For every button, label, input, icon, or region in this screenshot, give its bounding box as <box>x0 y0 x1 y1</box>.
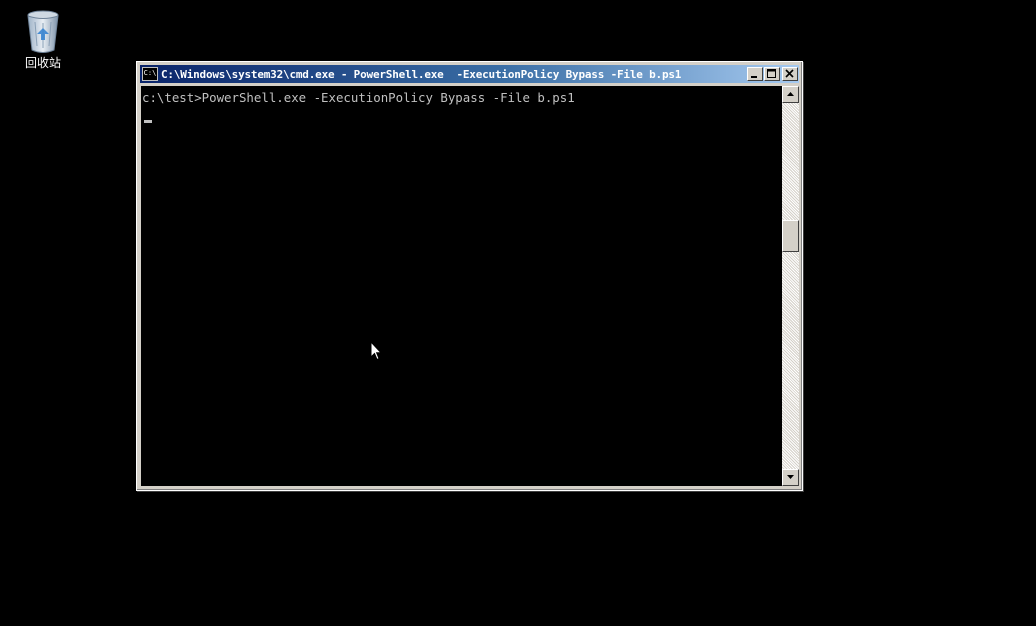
console-line: c:\test>PowerShell.exe -ExecutionPolicy … <box>142 90 575 105</box>
maximize-button[interactable] <box>764 67 780 81</box>
cmd-app-icon[interactable]: C:\ <box>142 67 158 81</box>
scroll-up-button[interactable] <box>782 86 799 103</box>
arrow-down-icon <box>787 475 794 479</box>
desktop: 回收站 C:\ C:\Windows\system32\cmd.exe - Po… <box>0 0 1036 626</box>
scroll-down-button[interactable] <box>782 469 799 486</box>
close-icon <box>785 69 794 78</box>
text-cursor <box>144 120 152 123</box>
recycle-bin-icon <box>27 10 59 53</box>
maximize-icon <box>767 69 776 78</box>
mouse-pointer-icon <box>370 341 382 361</box>
recycle-bin-label: 回收站 <box>24 56 61 70</box>
close-button[interactable] <box>782 67 798 81</box>
minimize-icon <box>751 76 757 78</box>
window-controls <box>746 67 798 81</box>
scroll-thumb[interactable] <box>782 220 799 252</box>
window-title: C:\Windows\system32\cmd.exe - PowerShell… <box>161 67 682 81</box>
cmd-window[interactable]: C:\ C:\Windows\system32\cmd.exe - PowerS… <box>136 61 803 491</box>
arrow-up-icon <box>787 92 794 96</box>
console-output[interactable]: c:\test>PowerShell.exe -ExecutionPolicy … <box>141 86 782 486</box>
vertical-scrollbar[interactable] <box>782 86 799 486</box>
title-bar[interactable]: C:\ C:\Windows\system32\cmd.exe - PowerS… <box>140 65 799 83</box>
minimize-button[interactable] <box>747 67 763 81</box>
recycle-bin-shortcut[interactable]: 回收站 <box>18 6 68 70</box>
